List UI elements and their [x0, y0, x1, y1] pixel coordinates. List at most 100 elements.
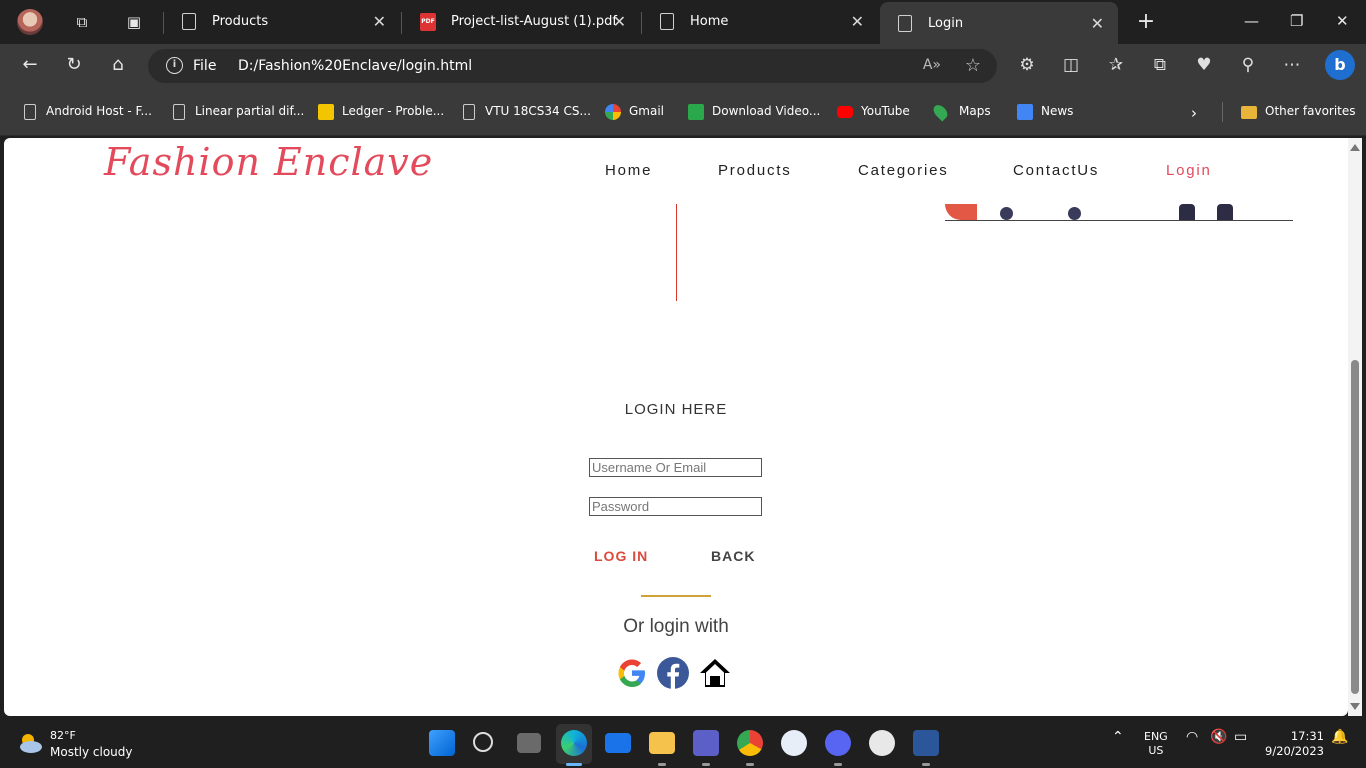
- illustration-shape: [945, 204, 977, 220]
- refresh-icon[interactable]: ↻: [62, 54, 86, 75]
- illustration-leg: [1179, 204, 1195, 220]
- profile-avatar[interactable]: [17, 9, 43, 35]
- pdf-icon: PDF: [420, 13, 436, 31]
- teams-icon[interactable]: [693, 730, 719, 756]
- url-text[interactable]: D:/Fashion%20Enclave/login.html: [238, 58, 472, 74]
- page-icon: [182, 13, 196, 30]
- nav-home[interactable]: Home: [605, 162, 652, 179]
- decorative-divider: [676, 204, 677, 301]
- weather-temp[interactable]: 82°F: [50, 729, 76, 742]
- close-tab-icon[interactable]: ✕: [851, 12, 864, 31]
- tab-products[interactable]: Products ✕: [164, 0, 400, 44]
- page-icon: [24, 104, 36, 120]
- mail-icon[interactable]: [605, 733, 631, 753]
- bookmarks-bar: Android Host - F... Linear partial dif..…: [0, 88, 1366, 136]
- favorite-star-icon[interactable]: ☆: [965, 55, 981, 76]
- workspaces-icon[interactable]: ⧉: [72, 12, 92, 32]
- extensions-icon[interactable]: ⚙: [1016, 55, 1038, 75]
- wifi-icon[interactable]: ◠: [1186, 730, 1198, 744]
- bing-chat-icon[interactable]: b: [1325, 50, 1355, 80]
- app-icon[interactable]: [869, 730, 895, 756]
- more-menu-icon[interactable]: ⋯: [1281, 55, 1303, 75]
- notification-bell-icon[interactable]: 🔔: [1331, 730, 1348, 744]
- facebook-icon[interactable]: [656, 656, 690, 690]
- tab-home[interactable]: Home ✕: [642, 0, 878, 44]
- google-icon: [605, 104, 621, 120]
- nav-products[interactable]: Products: [718, 162, 792, 179]
- maps-pin-icon: [930, 102, 951, 122]
- news-icon: [1017, 104, 1033, 120]
- read-aloud-icon[interactable]: A»: [923, 57, 941, 73]
- chrome-icon[interactable]: [737, 730, 763, 756]
- discord-icon[interactable]: [825, 730, 851, 756]
- gold-divider: [641, 595, 711, 597]
- chevron-up-icon[interactable]: ⌃: [1112, 730, 1124, 744]
- performance-icon[interactable]: ⚲: [1237, 55, 1259, 75]
- collections-icon[interactable]: ⧉: [1149, 55, 1171, 75]
- login-title: LOGIN HERE: [624, 401, 728, 418]
- file-explorer-icon[interactable]: [649, 732, 675, 754]
- language-indicator[interactable]: ENG US: [1144, 730, 1168, 758]
- tab-strip: ⧉ ▣ Products ✕ PDF Project-list-August (…: [0, 0, 1366, 44]
- illustration-leg: [1217, 204, 1233, 220]
- new-tab-icon[interactable]: +: [1136, 11, 1156, 33]
- close-tab-icon[interactable]: ✕: [1091, 14, 1104, 33]
- health-icon[interactable]: ♥: [1193, 55, 1215, 75]
- close-tab-icon[interactable]: ✕: [613, 12, 626, 31]
- scrollbar-thumb[interactable]: [1351, 360, 1359, 694]
- restore-icon[interactable]: ❐: [1290, 12, 1303, 30]
- cloud-weather-icon[interactable]: [16, 732, 44, 754]
- folder-icon: [1241, 106, 1257, 119]
- close-window-icon[interactable]: ✕: [1336, 12, 1349, 30]
- page-scrollbar[interactable]: [1348, 138, 1362, 716]
- split-screen-icon[interactable]: ◫: [1060, 55, 1082, 75]
- username-input[interactable]: [589, 458, 762, 477]
- tab-actions-icon[interactable]: ▣: [124, 12, 144, 32]
- nav-contactus[interactable]: ContactUs: [1013, 162, 1099, 179]
- login-button[interactable]: LOG IN: [594, 548, 648, 564]
- scroll-down-icon[interactable]: [1350, 703, 1360, 710]
- scroll-up-icon[interactable]: [1350, 144, 1360, 151]
- minimize-icon[interactable]: —: [1244, 12, 1259, 30]
- address-bar[interactable]: i File D:/Fashion%20Enclave/login.html A…: [148, 49, 997, 83]
- home-browser-icon[interactable]: ⌂: [106, 54, 130, 75]
- page-icon: [463, 104, 475, 120]
- task-view-icon[interactable]: [517, 733, 541, 753]
- start-icon[interactable]: [429, 730, 455, 756]
- word-icon[interactable]: [913, 730, 939, 756]
- search-icon[interactable]: [473, 732, 493, 752]
- chevron-right-icon[interactable]: ›: [1191, 104, 1197, 122]
- site-logo[interactable]: Fashion Enclave: [104, 140, 433, 184]
- favorites-icon[interactable]: ✰: [1105, 55, 1127, 75]
- page-icon: [898, 15, 912, 32]
- battery-icon[interactable]: ▭: [1234, 730, 1247, 744]
- site-info-icon[interactable]: i: [166, 57, 183, 74]
- illustration-dot: [1000, 207, 1013, 220]
- volume-muted-icon[interactable]: 🔇: [1210, 730, 1227, 744]
- nav-login[interactable]: Login: [1166, 162, 1212, 179]
- password-input[interactable]: [589, 497, 762, 516]
- back-icon[interactable]: ←: [18, 54, 42, 75]
- app-store-icon[interactable]: [781, 730, 807, 756]
- illustration-ground-line: [945, 220, 1293, 221]
- system-clock[interactable]: 17:31 9/20/2023: [1262, 729, 1324, 759]
- illustration-dot: [1068, 207, 1081, 220]
- close-tab-icon[interactable]: ✕: [373, 12, 386, 31]
- download-icon: [688, 104, 704, 120]
- page-viewport: Fashion Enclave Home Products Categories…: [4, 138, 1348, 716]
- page-icon: [660, 13, 674, 30]
- youtube-icon: [837, 106, 853, 118]
- weather-desc[interactable]: Mostly cloudy: [50, 745, 133, 759]
- back-button[interactable]: BACK: [711, 548, 755, 564]
- home-icon[interactable]: [698, 656, 732, 690]
- or-login-with-text: Or login with: [623, 616, 729, 637]
- windows-taskbar: 82°F Mostly cloudy ⌃ ENG US ◠ 🔇 ▭ 17:31 …: [0, 720, 1366, 768]
- tab-pdf[interactable]: PDF Project-list-August (1).pdf ✕: [402, 0, 640, 44]
- nav-categories[interactable]: Categories: [858, 162, 949, 179]
- page-icon: [173, 104, 185, 120]
- navigation-bar: ← ↻ ⌂ i File D:/Fashion%20Enclave/login.…: [0, 44, 1366, 88]
- edge-icon[interactable]: [561, 730, 587, 756]
- tab-login[interactable]: Login ✕: [880, 2, 1118, 44]
- ledger-icon: [318, 104, 334, 120]
- google-icon[interactable]: [615, 656, 649, 690]
